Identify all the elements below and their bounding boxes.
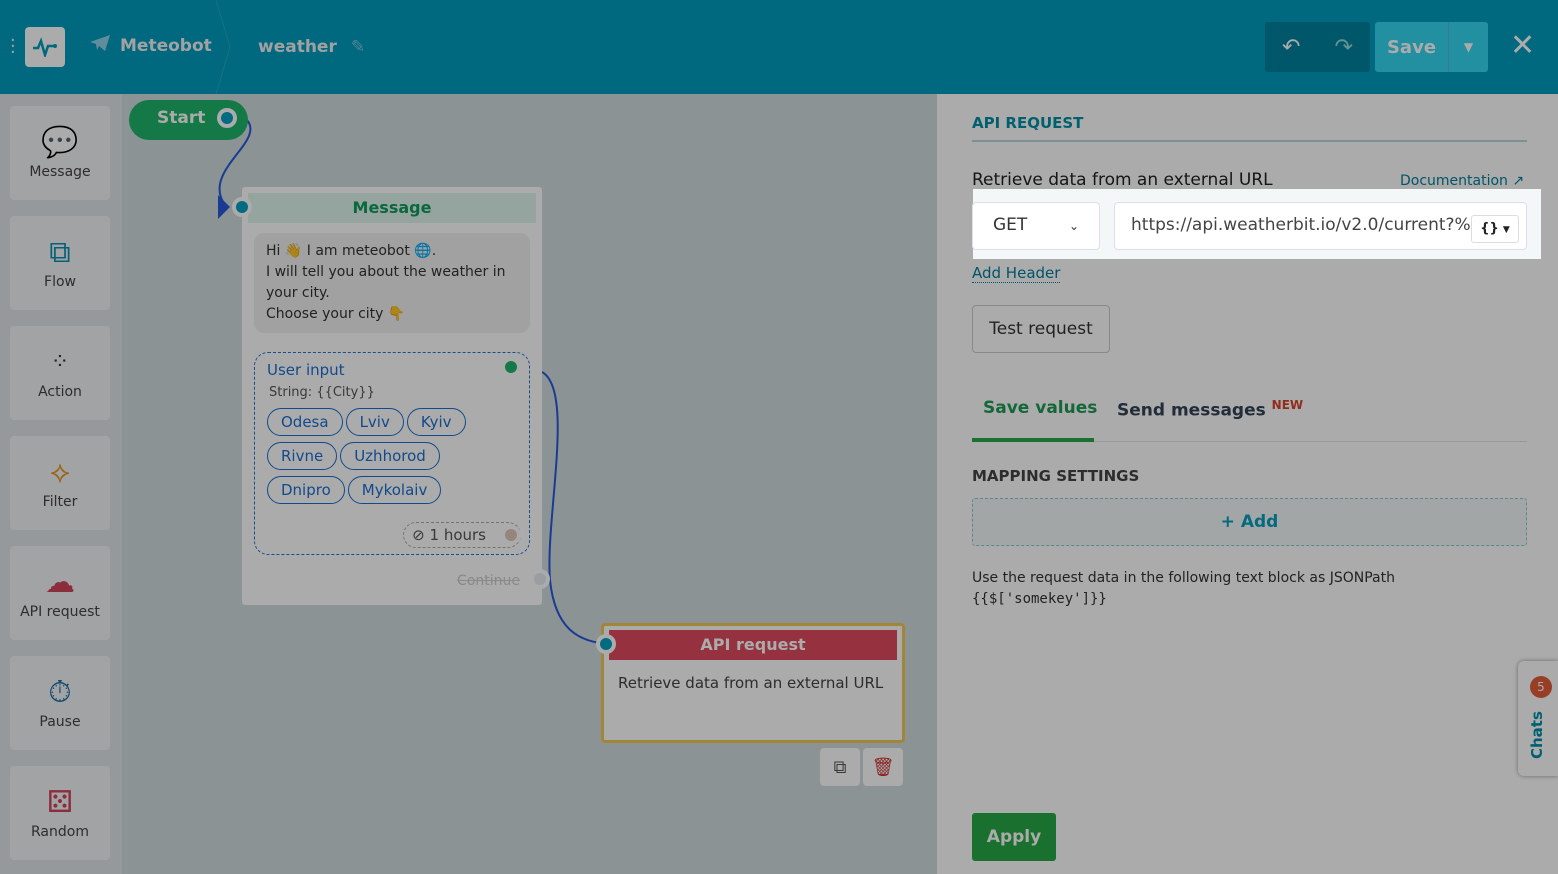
add-header-link[interactable]: Add Header: [972, 264, 1061, 283]
tab-send-messages[interactable]: Send messages NEW: [1117, 398, 1303, 421]
message-line: Hi 👋 I am meteobot 🌐.: [266, 243, 437, 259]
api-input-port[interactable]: [596, 634, 616, 654]
panel-subtitle: Retrieve data from an external URL: [972, 170, 1273, 190]
jsonpath-hint: Use the request data in the following te…: [972, 568, 1395, 610]
chats-label: Chats: [1528, 711, 1546, 759]
save-button[interactable]: Save: [1375, 22, 1449, 72]
hint-code: {{$['somekey']}}: [972, 591, 1107, 607]
city-button[interactable]: Lviv: [345, 408, 404, 436]
api-request-node[interactable]: API request Retrieve data from an extern…: [601, 623, 905, 743]
message-text: Hi 👋 I am meteobot 🌐. I will tell you ab…: [254, 233, 530, 333]
user-input-label: User input: [267, 361, 345, 379]
string-variable: String: {{City}}: [269, 385, 375, 400]
url-value: https://api.weatherbit.io/v2.0/current?%…: [1131, 215, 1494, 235]
chevron-down-icon: ⌄: [1068, 219, 1079, 233]
message-line: I will tell you about the weather in you…: [266, 264, 506, 301]
trash-icon[interactable]: 🗑: [863, 748, 903, 786]
save-button-group: Save ▼: [1375, 22, 1488, 72]
timeout-label: 1 hours: [429, 526, 486, 544]
city-button[interactable]: Rivne: [267, 442, 338, 470]
test-request-button[interactable]: Test request: [972, 305, 1110, 353]
message-line: Choose your city 👇: [266, 306, 406, 322]
documentation-link[interactable]: Documentation ↗: [1400, 173, 1524, 189]
apply-button[interactable]: Apply: [972, 813, 1056, 861]
chats-tab[interactable]: 5 Chats: [1518, 661, 1558, 776]
start-port[interactable]: [217, 108, 237, 128]
braces-icon: {}: [1480, 221, 1499, 236]
close-icon[interactable]: ✕: [1510, 28, 1535, 63]
method-value: GET: [993, 215, 1028, 235]
save-dropdown-icon[interactable]: ▼: [1449, 22, 1488, 72]
message-input-port[interactable]: [232, 197, 252, 217]
ban-icon: ⊘: [412, 526, 425, 544]
user-input-port[interactable]: [501, 357, 521, 377]
timeout-port[interactable]: [501, 525, 521, 545]
city-button[interactable]: Uzhhorod: [340, 442, 440, 470]
city-button[interactable]: Mykolaiv: [347, 476, 442, 504]
message-node[interactable]: Message Hi 👋 I am meteobot 🌐. I will tel…: [242, 187, 542, 605]
city-button[interactable]: Kyiv: [406, 408, 466, 436]
user-input-block[interactable]: User input String: {{City}} Odesa Lviv K…: [254, 352, 530, 555]
api-node-description: Retrieve data from an external URL: [618, 674, 884, 692]
method-select[interactable]: GET ⌄: [972, 202, 1100, 250]
add-mapping-button[interactable]: + Add: [972, 498, 1527, 546]
tab-save-values[interactable]: Save values: [983, 398, 1097, 418]
panel-title: API REQUEST: [972, 114, 1527, 142]
url-input[interactable]: https://api.weatherbit.io/v2.0/current?%…: [1114, 202, 1527, 250]
variables-button[interactable]: {} ▼: [1471, 215, 1519, 243]
caret-down-icon: ▼: [1502, 225, 1510, 235]
documentation-label: Documentation: [1400, 173, 1508, 189]
message-node-title: Message: [248, 193, 536, 223]
chats-count-badge: 5: [1530, 676, 1552, 698]
start-label: Start: [157, 108, 206, 128]
history-controls: ↶ ↷: [1265, 22, 1370, 72]
undo-icon[interactable]: ↶: [1265, 22, 1318, 72]
hint-text: Use the request data in the following te…: [972, 570, 1395, 586]
external-link-icon: ↗: [1512, 173, 1525, 189]
new-badge: NEW: [1271, 398, 1304, 412]
panel-tabs: Save values Send messages NEW: [972, 394, 1527, 442]
continue-port[interactable]: [530, 569, 550, 589]
mapping-settings-title: MAPPING SETTINGS: [972, 467, 1140, 485]
active-tab-indicator: [972, 438, 1094, 442]
tab-label: Send messages: [1117, 400, 1266, 421]
continue-label: Continue: [457, 573, 520, 589]
redo-icon[interactable]: ↷: [1318, 22, 1371, 72]
copy-icon[interactable]: ⧉: [820, 748, 860, 786]
city-button[interactable]: Odesa: [267, 408, 343, 436]
api-node-title: API request: [609, 630, 897, 660]
city-button[interactable]: Dnipro: [267, 476, 345, 504]
